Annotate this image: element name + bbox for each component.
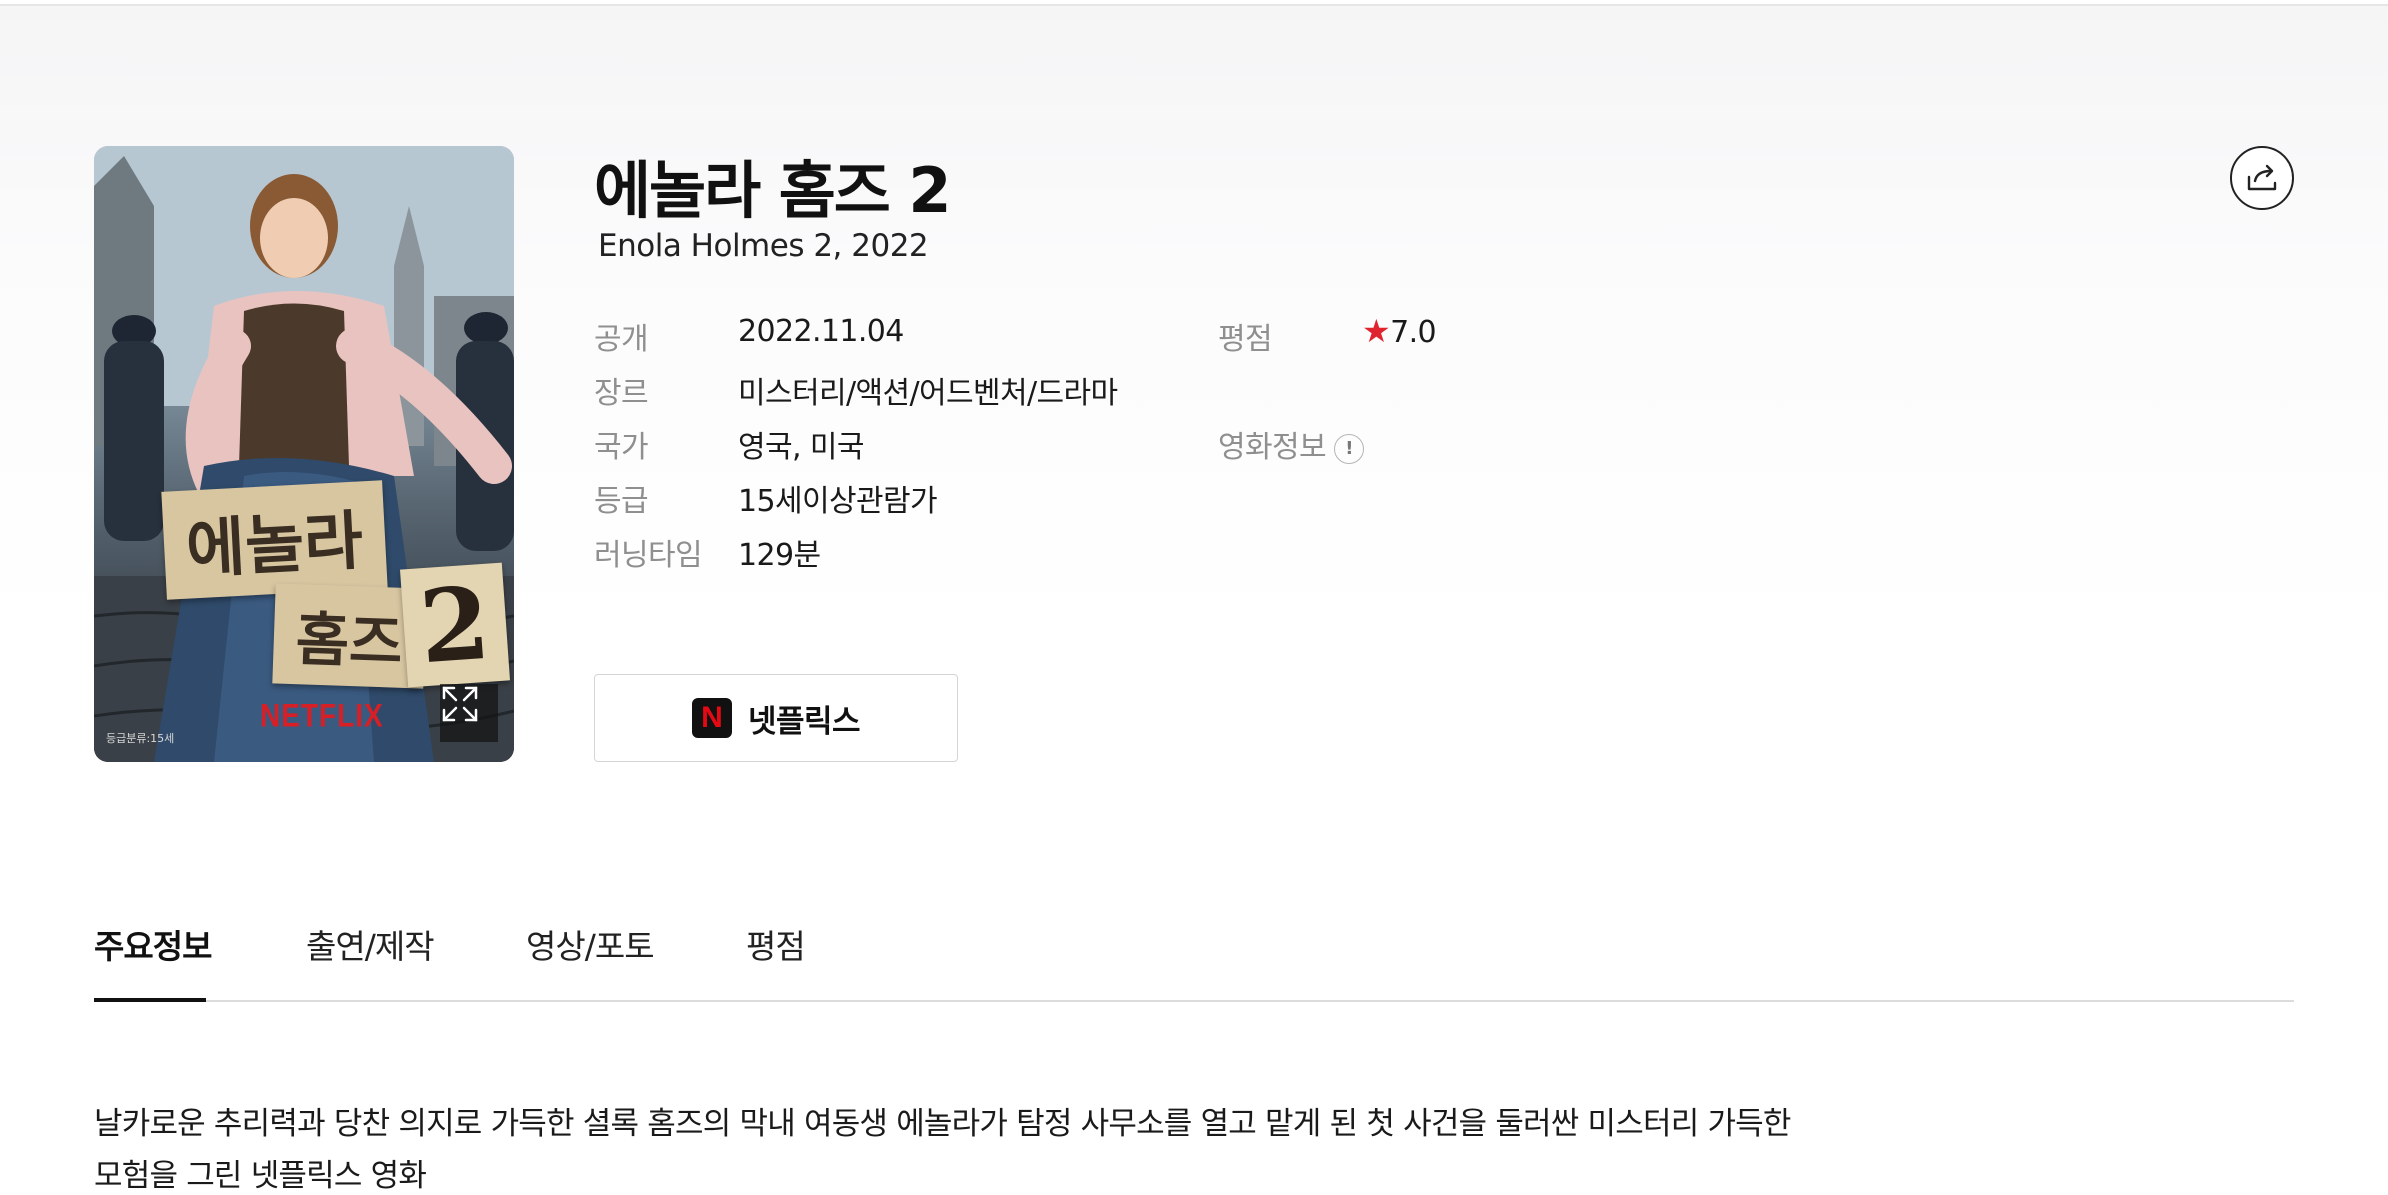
runtime-value: 129분 [738,538,821,573]
runtime-label: 러닝타임 [594,538,703,573]
share-icon [2247,164,2277,191]
share-button[interactable] [2230,146,2294,210]
synopsis-text: 날카로운 추리력과 당찬 의지로 가득한 셜록 홈즈의 막내 여동생 에놀라가 … [94,1106,1791,1194]
genre-value: 미스터리/액션/어드벤처/드라마 [738,376,1118,411]
expand-poster-button[interactable] [440,684,498,742]
poster-title-art: 에놀라 홈즈 2 [161,480,510,726]
movie-poster[interactable]: 에놀라 홈즈 2 NETFLIX 등급분류:15세 [94,146,514,762]
release-label: 공개 [594,322,649,357]
movie-original-title-year: Enola Holmes 2, 2022 [598,228,929,264]
netflix-watch-label: 넷플릭스 [747,703,861,740]
active-tab-indicator [94,998,206,1002]
movie-title: 에놀라 홈즈 2 [594,154,952,227]
info-icon[interactable]: ! [1334,433,1364,464]
netflix-logo-icon: N [691,698,732,738]
movie-info-link[interactable]: 영화정보! [1218,422,1364,466]
tab-video-photo[interactable]: 영상/포토 [526,920,655,1004]
movie-info-label: 영화정보 [1218,430,1327,465]
star-icon: ★ [1362,312,1391,350]
score-label: 평점 [1218,322,1273,357]
content-tabs: 주요정보 출연/제작 영상/포토 평점 [94,910,2294,1002]
country-value: 영국, 미국 [738,430,864,465]
release-value: 2022.11.04 [738,314,904,349]
tab-main-info[interactable]: 주요정보 [94,920,212,1004]
country-label: 국가 [594,430,649,465]
grade-label: 등급 [594,484,649,519]
tab-ratings[interactable]: 평점 [746,920,806,1004]
poster-rating-mark: 등급분류:15세 [106,732,175,745]
tab-cast-crew[interactable]: 출연/제작 [306,920,435,1004]
score-value-group: ★7.0 [1362,312,1437,350]
poster-title-number: 2 [400,562,510,688]
poster-netflix-logo: NETFLIX [260,697,384,734]
grade-value: 15세이상관람가 [738,484,938,519]
genre-label: 장르 [594,376,649,411]
expand-icon [442,686,478,722]
netflix-watch-button[interactable]: N 넷플릭스 [594,674,958,762]
poster-title-word1: 에놀라 [161,480,388,600]
score-value: 7.0 [1390,315,1437,350]
